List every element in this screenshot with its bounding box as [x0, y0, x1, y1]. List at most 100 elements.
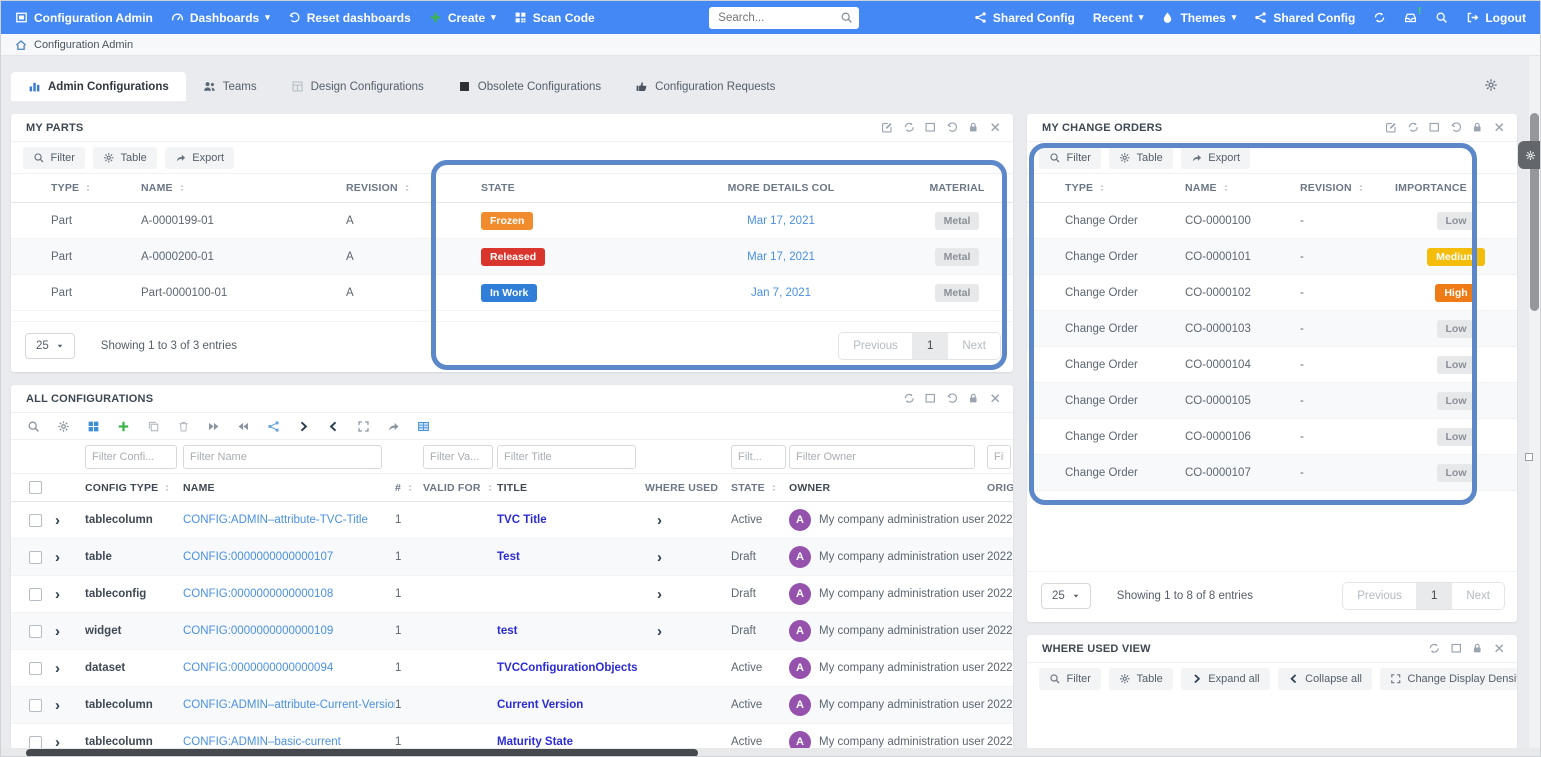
- filter-button[interactable]: Filter: [23, 147, 85, 169]
- filter-originated-input[interactable]: [987, 445, 1011, 469]
- nav-recent[interactable]: Recent▾: [1093, 11, 1144, 25]
- sort-icon[interactable]: [1222, 184, 1230, 192]
- sort-icon[interactable]: [770, 484, 778, 492]
- table-row[interactable]: › widget CONFIG:0000000000000109 1 test …: [11, 613, 1013, 650]
- title-link[interactable]: Maturity State: [497, 736, 573, 748]
- add-icon[interactable]: [117, 420, 130, 433]
- expand-chevron[interactable]: ›: [55, 512, 60, 529]
- edit-panel-icon[interactable]: [881, 121, 894, 134]
- tab-teams[interactable]: Teams: [186, 72, 274, 101]
- filter-button[interactable]: Filter: [1039, 147, 1101, 169]
- side-settings-tab[interactable]: [1518, 141, 1541, 169]
- table-row[interactable]: › table CONFIG:0000000000000107 1 Test ›…: [11, 539, 1013, 576]
- table-button[interactable]: Table: [1109, 668, 1173, 690]
- undo-panel-icon[interactable]: [1450, 121, 1463, 134]
- sort-icon[interactable]: [403, 184, 411, 192]
- maximize-panel-icon[interactable]: [1428, 121, 1441, 134]
- sort-icon[interactable]: [1098, 184, 1106, 192]
- previous-page-button[interactable]: Previous: [1343, 583, 1417, 609]
- sort-icon[interactable]: [486, 484, 494, 492]
- rewind-icon[interactable]: [237, 420, 250, 433]
- config-name-link[interactable]: CONFIG:0000000000000094: [183, 662, 333, 674]
- nav-reset-dashboards[interactable]: Reset dashboards: [288, 11, 411, 25]
- config-name-link[interactable]: CONFIG:0000000000000109: [183, 625, 333, 637]
- where-used-chevron[interactable]: ›: [657, 586, 662, 603]
- settings-gear-icon[interactable]: [57, 420, 70, 433]
- title-link[interactable]: TVCConfigurationObjects: [497, 662, 638, 674]
- sort-icon[interactable]: [163, 484, 171, 492]
- expand-chevron[interactable]: ›: [55, 660, 60, 677]
- nav-logout[interactable]: Logout: [1466, 11, 1526, 25]
- next-page-button[interactable]: Next: [1452, 583, 1504, 609]
- filter-config-type-input[interactable]: [85, 445, 177, 469]
- where-used-chevron[interactable]: ›: [657, 512, 662, 529]
- config-name-link[interactable]: CONFIG:ADMIN–attribute-TVC-Title: [183, 514, 368, 526]
- tab-configuration-requests[interactable]: Configuration Requests: [618, 72, 792, 101]
- brand[interactable]: Configuration Admin: [15, 11, 153, 25]
- demote-chevron-icon[interactable]: [327, 420, 340, 433]
- resize-handle[interactable]: [1525, 453, 1533, 461]
- expand-all-button[interactable]: Expand all: [1181, 668, 1270, 690]
- lock-panel-icon[interactable]: [1471, 121, 1484, 134]
- table-row[interactable]: › dataset CONFIG:0000000000000094 1 TVCC…: [11, 650, 1013, 687]
- nav-refresh[interactable]: [1373, 11, 1386, 24]
- undo-panel-icon[interactable]: [946, 121, 959, 134]
- table-button[interactable]: Table: [1109, 147, 1173, 169]
- sort-icon[interactable]: [84, 184, 92, 192]
- close-panel-icon[interactable]: [989, 121, 1002, 134]
- row-checkbox[interactable]: [29, 588, 42, 601]
- page-number-button[interactable]: 1: [1417, 583, 1452, 609]
- row-checkbox[interactable]: [29, 662, 42, 675]
- more-details-link[interactable]: Mar 17, 2021: [747, 251, 815, 263]
- table-row[interactable]: Part Part-0000100-01 A In Work Jan 7, 20…: [11, 275, 1013, 311]
- tab-settings-gear-icon[interactable]: [1484, 78, 1498, 92]
- nav-themes[interactable]: Themes▾: [1161, 11, 1236, 25]
- maximize-panel-icon[interactable]: [924, 392, 937, 405]
- expand-chevron[interactable]: ›: [55, 697, 60, 714]
- table-row[interactable]: Change Order CO-0000107 - Low: [1027, 455, 1517, 491]
- title-link[interactable]: Current Version: [497, 699, 583, 711]
- export-icon[interactable]: [387, 420, 400, 433]
- tab-design-configurations[interactable]: Design Configurations: [274, 72, 441, 101]
- collapse-all-button[interactable]: Collapse all: [1278, 668, 1372, 690]
- search-input[interactable]: [709, 7, 859, 29]
- undo-panel-icon[interactable]: [946, 392, 959, 405]
- tab-admin-configurations[interactable]: Admin Configurations: [11, 72, 186, 101]
- columns-icon[interactable]: [87, 420, 100, 433]
- close-panel-icon[interactable]: [1493, 642, 1506, 655]
- nav-dashboards[interactable]: Dashboards▾: [171, 11, 270, 25]
- page-size-select[interactable]: 25: [1041, 583, 1091, 609]
- table-row[interactable]: Change Order CO-0000100 - Low: [1027, 203, 1517, 239]
- next-page-button[interactable]: Next: [948, 333, 1000, 359]
- table-row[interactable]: Part A-0000200-01 A Released Mar 17, 202…: [11, 239, 1013, 275]
- filter-title-input[interactable]: [497, 445, 636, 469]
- table-row[interactable]: › tablecolumn CONFIG:ADMIN–attribute-Cur…: [11, 687, 1013, 724]
- nav-search-toggle[interactable]: [1435, 11, 1448, 24]
- sort-icon[interactable]: [406, 484, 414, 492]
- refresh-panel-icon[interactable]: [903, 392, 916, 405]
- filter-name-input[interactable]: [183, 445, 382, 469]
- title-link[interactable]: Test: [497, 551, 520, 563]
- previous-page-button[interactable]: Previous: [839, 333, 913, 359]
- nav-create[interactable]: Create▾: [429, 11, 496, 25]
- delete-icon[interactable]: [177, 420, 190, 433]
- export-button[interactable]: Export: [1181, 147, 1250, 169]
- config-name-link[interactable]: CONFIG:0000000000000108: [183, 588, 333, 600]
- lock-panel-icon[interactable]: [1471, 642, 1484, 655]
- table-view-icon[interactable]: [417, 420, 430, 433]
- config-name-link[interactable]: CONFIG:ADMIN–basic-current: [183, 736, 341, 748]
- close-panel-icon[interactable]: [989, 392, 1002, 405]
- table-row[interactable]: Change Order CO-0000105 - Low: [1027, 383, 1517, 419]
- horizontal-scrollbar-thumb[interactable]: [26, 749, 698, 757]
- fast-forward-icon[interactable]: [207, 420, 220, 433]
- refresh-panel-icon[interactable]: [903, 121, 916, 134]
- table-row[interactable]: › tablecolumn CONFIG:ADMIN–attribute-TVC…: [11, 502, 1013, 539]
- sort-icon[interactable]: [1357, 184, 1365, 192]
- maximize-panel-icon[interactable]: [1450, 642, 1463, 655]
- row-checkbox[interactable]: [29, 699, 42, 712]
- where-used-chevron[interactable]: ›: [657, 549, 662, 566]
- config-name-link[interactable]: CONFIG:0000000000000107: [183, 551, 333, 563]
- search-icon[interactable]: [27, 420, 40, 433]
- row-checkbox[interactable]: [29, 551, 42, 564]
- table-row[interactable]: Change Order CO-0000101 - Medium: [1027, 239, 1517, 275]
